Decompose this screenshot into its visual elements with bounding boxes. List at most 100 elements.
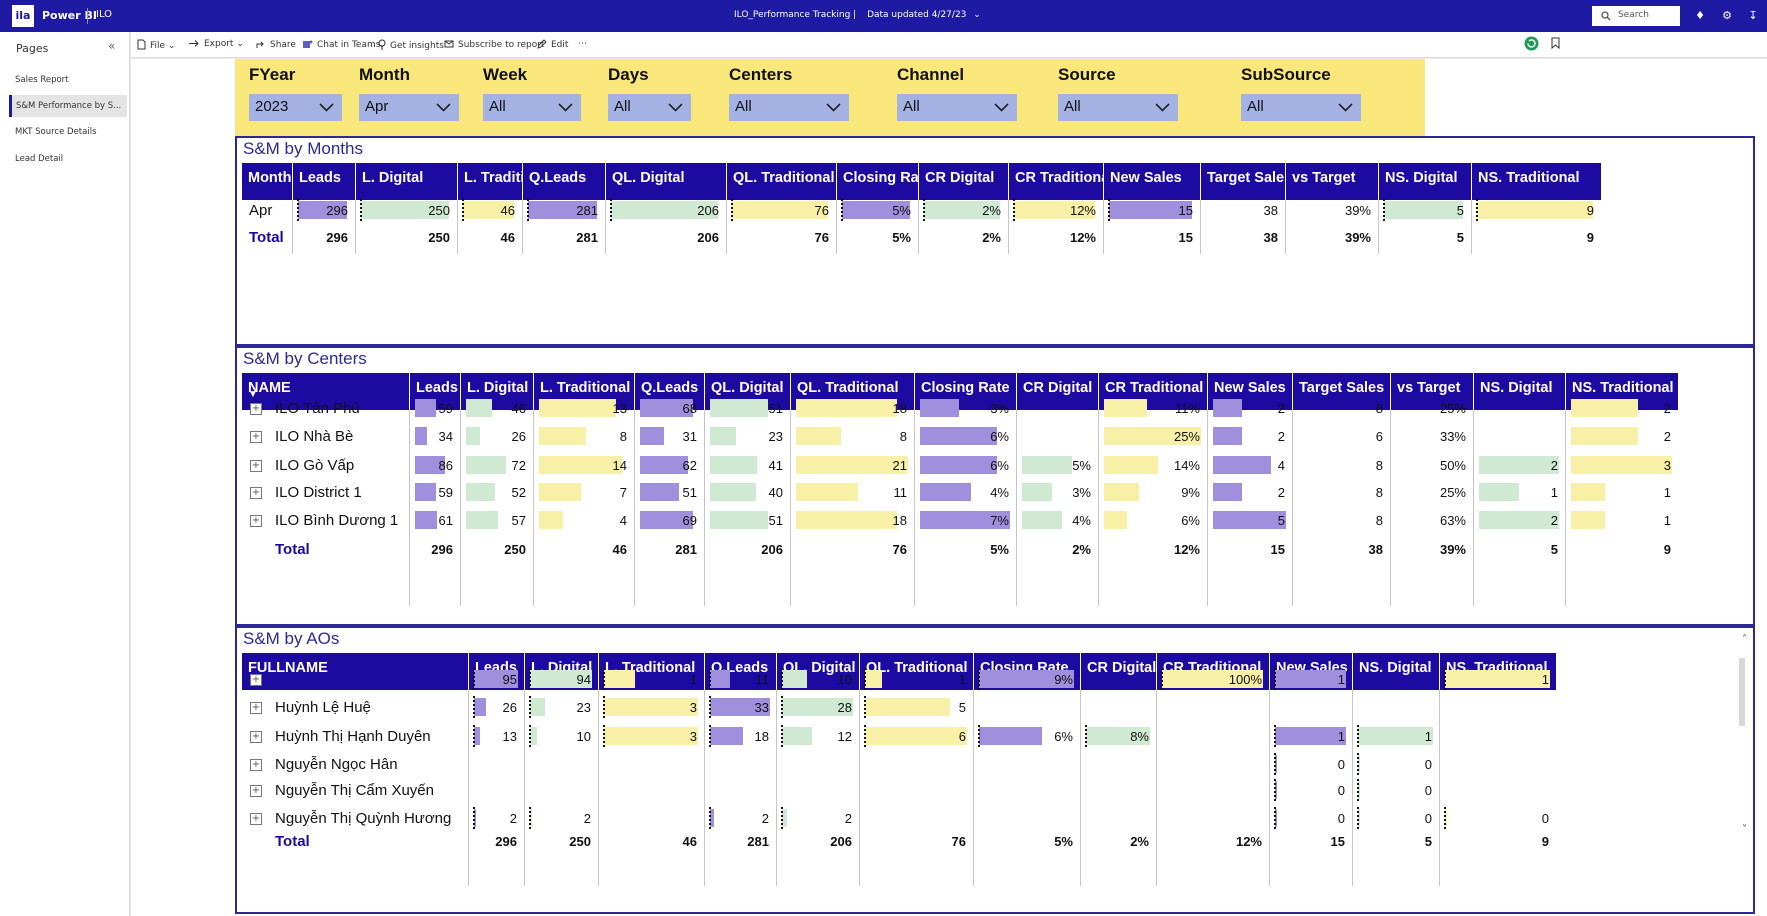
share-button[interactable]: Share — [256, 39, 296, 50]
slicer-dropdown[interactable]: All — [1241, 94, 1361, 121]
months-col-header[interactable]: Leads — [293, 163, 356, 200]
expand-row-icon[interactable]: + — [250, 785, 262, 797]
slicer-dropdown[interactable]: Apr — [359, 94, 459, 121]
table-cell: 23 — [576, 700, 591, 715]
months-col-header[interactable]: QL. Digital — [606, 163, 727, 200]
search-input[interactable]: Search — [1592, 6, 1680, 26]
gear-icon[interactable]: ⚙ — [1720, 9, 1734, 23]
table-cell: 3 — [689, 729, 697, 744]
page-sales-report[interactable]: Sales Report — [9, 69, 127, 91]
aos-col-header[interactable]: CR Digital — [1081, 653, 1157, 690]
edit-label: Edit — [551, 40, 569, 50]
edit-button[interactable]: Edit — [537, 39, 568, 50]
chat-in-teams-button[interactable]: Chat in Teams — [302, 39, 380, 50]
expand-row-icon[interactable]: + — [250, 813, 262, 825]
expand-row-icon[interactable]: + — [250, 515, 262, 527]
table-cell: 0 — [1541, 811, 1549, 826]
slicer-label: Channel — [897, 65, 965, 84]
more-options-icon[interactable]: ⋯ — [578, 39, 587, 49]
bell-icon[interactable]: ♦ — [1693, 9, 1707, 23]
collapse-icon[interactable]: « — [108, 39, 115, 53]
table-cell: 86 — [438, 458, 453, 473]
page-sm-performance[interactable]: S&M Performance by S... — [9, 95, 127, 117]
months-col-header[interactable]: Target Sales — [1201, 163, 1286, 200]
months-col-header[interactable]: NS. Digital — [1379, 163, 1472, 200]
total-value: 5 — [1550, 542, 1558, 557]
expand-row-icon[interactable]: + — [250, 487, 262, 499]
slicer-value: All — [1247, 98, 1264, 115]
report-title[interactable]: ILO_Performance Tracking | Data updated … — [734, 10, 981, 20]
months-col-header[interactable]: L. Traditional — [458, 163, 523, 200]
data-updated: Data updated 4/27/23 — [867, 10, 967, 20]
top-bar: ila Power BI ILO ILO_Performance Trackin… — [0, 0, 1767, 32]
bookmark-icon[interactable] — [1551, 37, 1564, 50]
months-col-header[interactable]: QL. Traditional — [727, 163, 837, 200]
scroll-up-icon[interactable]: ˄ — [1742, 634, 1747, 645]
expand-row-icon[interactable]: + — [250, 731, 262, 743]
table-cell: 63% — [1439, 513, 1466, 528]
refresh-icon[interactable] — [1524, 36, 1543, 52]
total-value: 9 — [1586, 230, 1594, 245]
table-cell: 1 — [958, 672, 966, 687]
divider — [87, 8, 88, 24]
months-table-visual[interactable]: S&M by Months Month Leads L. Digital L. Tra… — [235, 136, 1755, 346]
total-value: 281 — [675, 542, 697, 557]
table-cell: 6% — [1181, 513, 1200, 528]
table-cell: 3% — [990, 401, 1009, 416]
expand-row-icon[interactable]: + — [250, 431, 262, 443]
months-header-row: MonthLeadsL. DigitalL. TraditionalQ.Lead… — [242, 163, 1602, 200]
get-insights-button[interactable]: Get insights — [378, 39, 444, 51]
expand-row-icon[interactable]: + — [250, 460, 262, 472]
table-cell: 69 — [682, 513, 697, 528]
page-mkt-source-details[interactable]: MKT Source Details — [9, 121, 127, 143]
slicer-dropdown[interactable]: All — [1058, 94, 1178, 121]
row-label: ILO Bình Dương 1 — [275, 512, 399, 529]
centers-col-header[interactable]: CR Digital — [1017, 373, 1099, 410]
aos-table-visual[interactable]: S&M by AOs FULLNAME Leads L. Digital L. Tra… — [235, 626, 1755, 914]
months-table-title: S&M by Months — [243, 139, 363, 158]
command-bar: File ⌄ Export ⌄ Share Chat in Teams Get … — [131, 32, 1767, 58]
vertical-scrollbar[interactable] — [1739, 658, 1745, 726]
total-value: 46 — [500, 230, 515, 245]
months-col-header[interactable]: vs Target — [1286, 163, 1379, 200]
centers-table-visual[interactable]: S&M by Centers NAME Leads L. Digital L. Tra… — [235, 346, 1755, 626]
scroll-down-icon[interactable]: ˅ — [1742, 824, 1747, 835]
row-label: ILO Nhà Bè — [275, 428, 354, 445]
slicer-dropdown[interactable]: 2023 — [249, 94, 342, 121]
row-label: ILO District 1 — [275, 484, 362, 501]
slicer-dropdown[interactable]: All — [608, 94, 691, 121]
slicer-dropdown[interactable]: All — [897, 94, 1017, 121]
table-cell: 6% — [990, 458, 1009, 473]
months-col-header[interactable]: CR Digital — [919, 163, 1009, 200]
expand-row-icon[interactable]: + — [250, 702, 262, 714]
centers-col-header[interactable]: NS. Digital — [1474, 373, 1566, 410]
slicer-dropdown[interactable]: All — [483, 94, 581, 121]
export-menu[interactable]: Export ⌄ — [189, 39, 244, 49]
brand-name[interactable]: Power BI — [42, 9, 97, 22]
sort-descending-icon[interactable]: ▼ — [242, 389, 258, 403]
months-col-header[interactable]: Month — [242, 163, 293, 200]
table-cell: 31 — [682, 429, 697, 444]
app-logo[interactable]: ila — [12, 5, 34, 27]
subscribe-button[interactable]: Subscribe to report — [444, 39, 544, 50]
download-icon[interactable]: ↧ — [1746, 9, 1760, 23]
months-col-header[interactable]: NS. Traditional — [1472, 163, 1602, 200]
expand-row-icon[interactable]: + — [250, 759, 262, 771]
months-col-header[interactable]: CR Traditional — [1009, 163, 1104, 200]
workspace-name[interactable]: ILO — [96, 9, 112, 20]
chevron-down-icon — [436, 103, 451, 112]
slicer-dropdown[interactable]: All — [729, 94, 849, 121]
expand-row-icon[interactable]: + — [250, 403, 262, 415]
total-value: 39% — [1439, 542, 1466, 557]
months-col-header[interactable]: Closing Rate — [837, 163, 919, 200]
file-menu[interactable]: File ⌄ — [137, 39, 175, 51]
page-lead-detail[interactable]: Lead Detail — [9, 148, 127, 170]
months-col-header[interactable]: L. Digital — [356, 163, 458, 200]
row-label: ILO Gò Vấp — [275, 457, 355, 474]
months-col-header[interactable]: Q.Leads — [523, 163, 606, 200]
aos-col-header[interactable]: NS. Digital — [1353, 653, 1440, 690]
aos-col-header[interactable]: FULLNAME — [242, 653, 469, 690]
expand-row-icon[interactable]: + — [250, 674, 262, 686]
months-col-header[interactable]: New Sales — [1104, 163, 1201, 200]
table-cell: 7% — [990, 513, 1009, 528]
